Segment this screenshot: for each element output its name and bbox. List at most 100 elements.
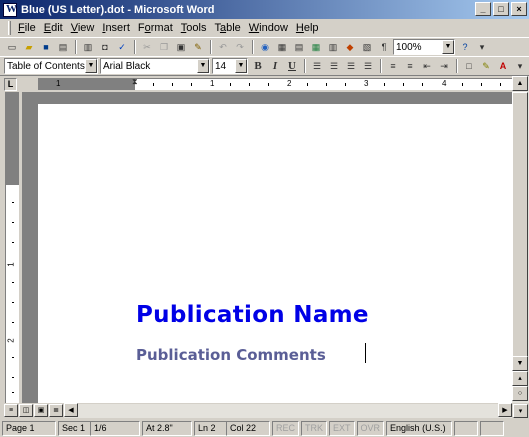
indent-marker-icon[interactable]: ⧗ — [132, 77, 138, 87]
save-disk-icon[interactable]: ■ — [38, 39, 54, 55]
underline-button[interactable]: U — [284, 58, 300, 74]
scroll-thumb[interactable] — [512, 92, 528, 360]
formatting-toolbar: Table of Contents H ▼ Arial Black ▼ 14 ▼… — [0, 56, 529, 76]
bullets-icon[interactable]: ≡ — [402, 58, 418, 74]
toolbar-options-icon[interactable]: ▾ — [512, 58, 528, 74]
status-language[interactable]: English (U.S.) — [386, 420, 453, 436]
ruler-number: 1 — [56, 79, 61, 88]
menu-tools[interactable]: Tools — [177, 22, 211, 34]
copy-icon[interactable]: ❐ — [156, 39, 172, 55]
border-icon[interactable]: □ — [461, 58, 477, 74]
show-hide-icon[interactable]: ¶ — [376, 39, 392, 55]
increase-indent-icon[interactable]: ⇥ — [436, 58, 452, 74]
permission-icon[interactable]: ▤ — [55, 39, 71, 55]
highlight-icon[interactable]: ✎ — [478, 58, 494, 74]
menu-insert[interactable]: Insert — [98, 22, 134, 34]
redo-icon[interactable]: ↷ — [232, 39, 248, 55]
document-map-icon[interactable]: ▧ — [359, 39, 375, 55]
print-icon[interactable]: ▥ — [80, 39, 96, 55]
ruler-number: 2 — [287, 79, 292, 88]
status-ext[interactable]: EXT — [329, 420, 355, 436]
spelling-status-icon[interactable] — [454, 420, 479, 436]
help-icon[interactable]: ? — [457, 39, 473, 55]
status-at[interactable]: At 2.8" — [142, 420, 192, 436]
font-combo[interactable]: Arial Black ▼ — [100, 58, 210, 74]
format-painter-icon[interactable]: ✎ — [190, 39, 206, 55]
menu-view[interactable]: View — [67, 22, 99, 34]
align-right-icon[interactable]: ☰ — [343, 58, 359, 74]
print-layout-view-icon[interactable]: ▣ — [34, 404, 48, 417]
document-area[interactable]: Publication Name Publication Comments — [22, 92, 512, 403]
align-left-icon[interactable]: ☰ — [309, 58, 325, 74]
chevron-down-icon[interactable]: ▼ — [442, 40, 454, 54]
word-app-icon[interactable] — [3, 2, 17, 17]
columns-icon[interactable]: ▥ — [325, 39, 341, 55]
publication-name-heading[interactable]: Publication Name — [136, 302, 369, 328]
menu-file[interactable]: File — [14, 22, 40, 34]
drawing-icon[interactable]: ◆ — [342, 39, 358, 55]
vertical-scrollbar[interactable]: ▲ ▼ ▴ ○ — [512, 76, 529, 403]
zoom-combo[interactable]: 100% ▼ — [393, 39, 455, 55]
select-browse-object-icon[interactable]: ○ — [512, 386, 528, 401]
chevron-down-icon[interactable]: ▼ — [235, 59, 247, 73]
minimize-button[interactable]: _ — [475, 2, 491, 16]
insert-table-icon[interactable]: ▤ — [291, 39, 307, 55]
align-center-icon[interactable]: ☰ — [326, 58, 342, 74]
normal-view-icon[interactable]: ≡ — [4, 404, 18, 417]
document-page[interactable]: Publication Name Publication Comments — [38, 104, 512, 403]
tables-borders-icon[interactable]: ▦ — [274, 39, 290, 55]
menu-format[interactable]: Format — [134, 22, 177, 34]
horizontal-scrollbar[interactable]: ◀ ▶ — [64, 403, 512, 418]
menu-window[interactable]: Window — [245, 22, 292, 34]
status-trk[interactable]: TRK — [301, 420, 328, 436]
print-preview-icon[interactable]: ◘ — [97, 39, 113, 55]
chevron-down-icon[interactable]: ▼ — [85, 59, 97, 73]
scroll-right-icon[interactable]: ▶ — [498, 403, 512, 417]
cut-icon[interactable]: ✂ — [139, 39, 155, 55]
font-size-value: 14 — [215, 60, 227, 72]
new-document-icon[interactable]: ▭ — [4, 39, 20, 55]
paste-icon[interactable]: ▣ — [173, 39, 189, 55]
decrease-indent-icon[interactable]: ⇤ — [419, 58, 435, 74]
font-color-icon[interactable]: A — [495, 58, 511, 74]
status-section[interactable]: Sec 1 — [58, 420, 90, 436]
hyperlink-icon[interactable]: ◉ — [257, 39, 273, 55]
outline-view-icon[interactable]: ≣ — [49, 404, 63, 417]
previous-page-icon[interactable]: ▴ — [512, 371, 528, 386]
menu-grip[interactable] — [8, 21, 11, 35]
horizontal-ruler[interactable]: 1 1 2 3 4 ⧗ — [38, 77, 512, 90]
scroll-down-icon[interactable]: ▼ — [512, 356, 528, 371]
status-ovr[interactable]: OVR — [356, 420, 385, 436]
spelling-icon[interactable]: ✓ — [114, 39, 130, 55]
status-page-count[interactable]: 1/6 — [90, 420, 140, 436]
status-line[interactable]: Ln 2 — [194, 420, 226, 436]
menu-table[interactable]: Table — [210, 22, 244, 34]
status-column[interactable]: Col 22 — [226, 420, 270, 436]
style-value: Table of Contents H — [7, 60, 95, 72]
text-cursor — [365, 343, 366, 363]
insert-excel-icon[interactable]: ▦ — [308, 39, 324, 55]
status-rec[interactable]: REC — [272, 420, 300, 436]
status-page[interactable]: Page 1 — [2, 420, 56, 436]
scroll-left-icon[interactable]: ◀ — [64, 403, 78, 417]
bold-button[interactable]: B — [250, 58, 266, 74]
vertical-ruler[interactable]: 1 2 — [5, 92, 19, 403]
italic-button[interactable]: I — [267, 58, 283, 74]
style-combo[interactable]: Table of Contents H ▼ — [4, 58, 98, 74]
web-layout-view-icon[interactable]: ◫ — [19, 404, 33, 417]
toolbar-options-icon[interactable]: ▾ — [474, 39, 490, 55]
next-page-icon[interactable]: ▾ — [513, 404, 528, 418]
undo-icon[interactable]: ↶ — [215, 39, 231, 55]
tab-selector-button[interactable]: L — [4, 78, 17, 91]
open-folder-icon[interactable]: ▰ — [21, 39, 37, 55]
menu-edit[interactable]: Edit — [40, 22, 67, 34]
font-size-combo[interactable]: 14 ▼ — [212, 58, 248, 74]
justify-icon[interactable]: ☰ — [360, 58, 376, 74]
publication-comments-text[interactable]: Publication Comments — [136, 346, 326, 364]
scroll-up-icon[interactable]: ▲ — [512, 76, 528, 91]
chevron-down-icon[interactable]: ▼ — [197, 59, 209, 73]
close-button[interactable]: × — [511, 2, 527, 16]
restore-button[interactable]: □ — [493, 2, 509, 16]
numbering-icon[interactable]: ≡ — [385, 58, 401, 74]
menu-help[interactable]: Help — [292, 22, 323, 34]
